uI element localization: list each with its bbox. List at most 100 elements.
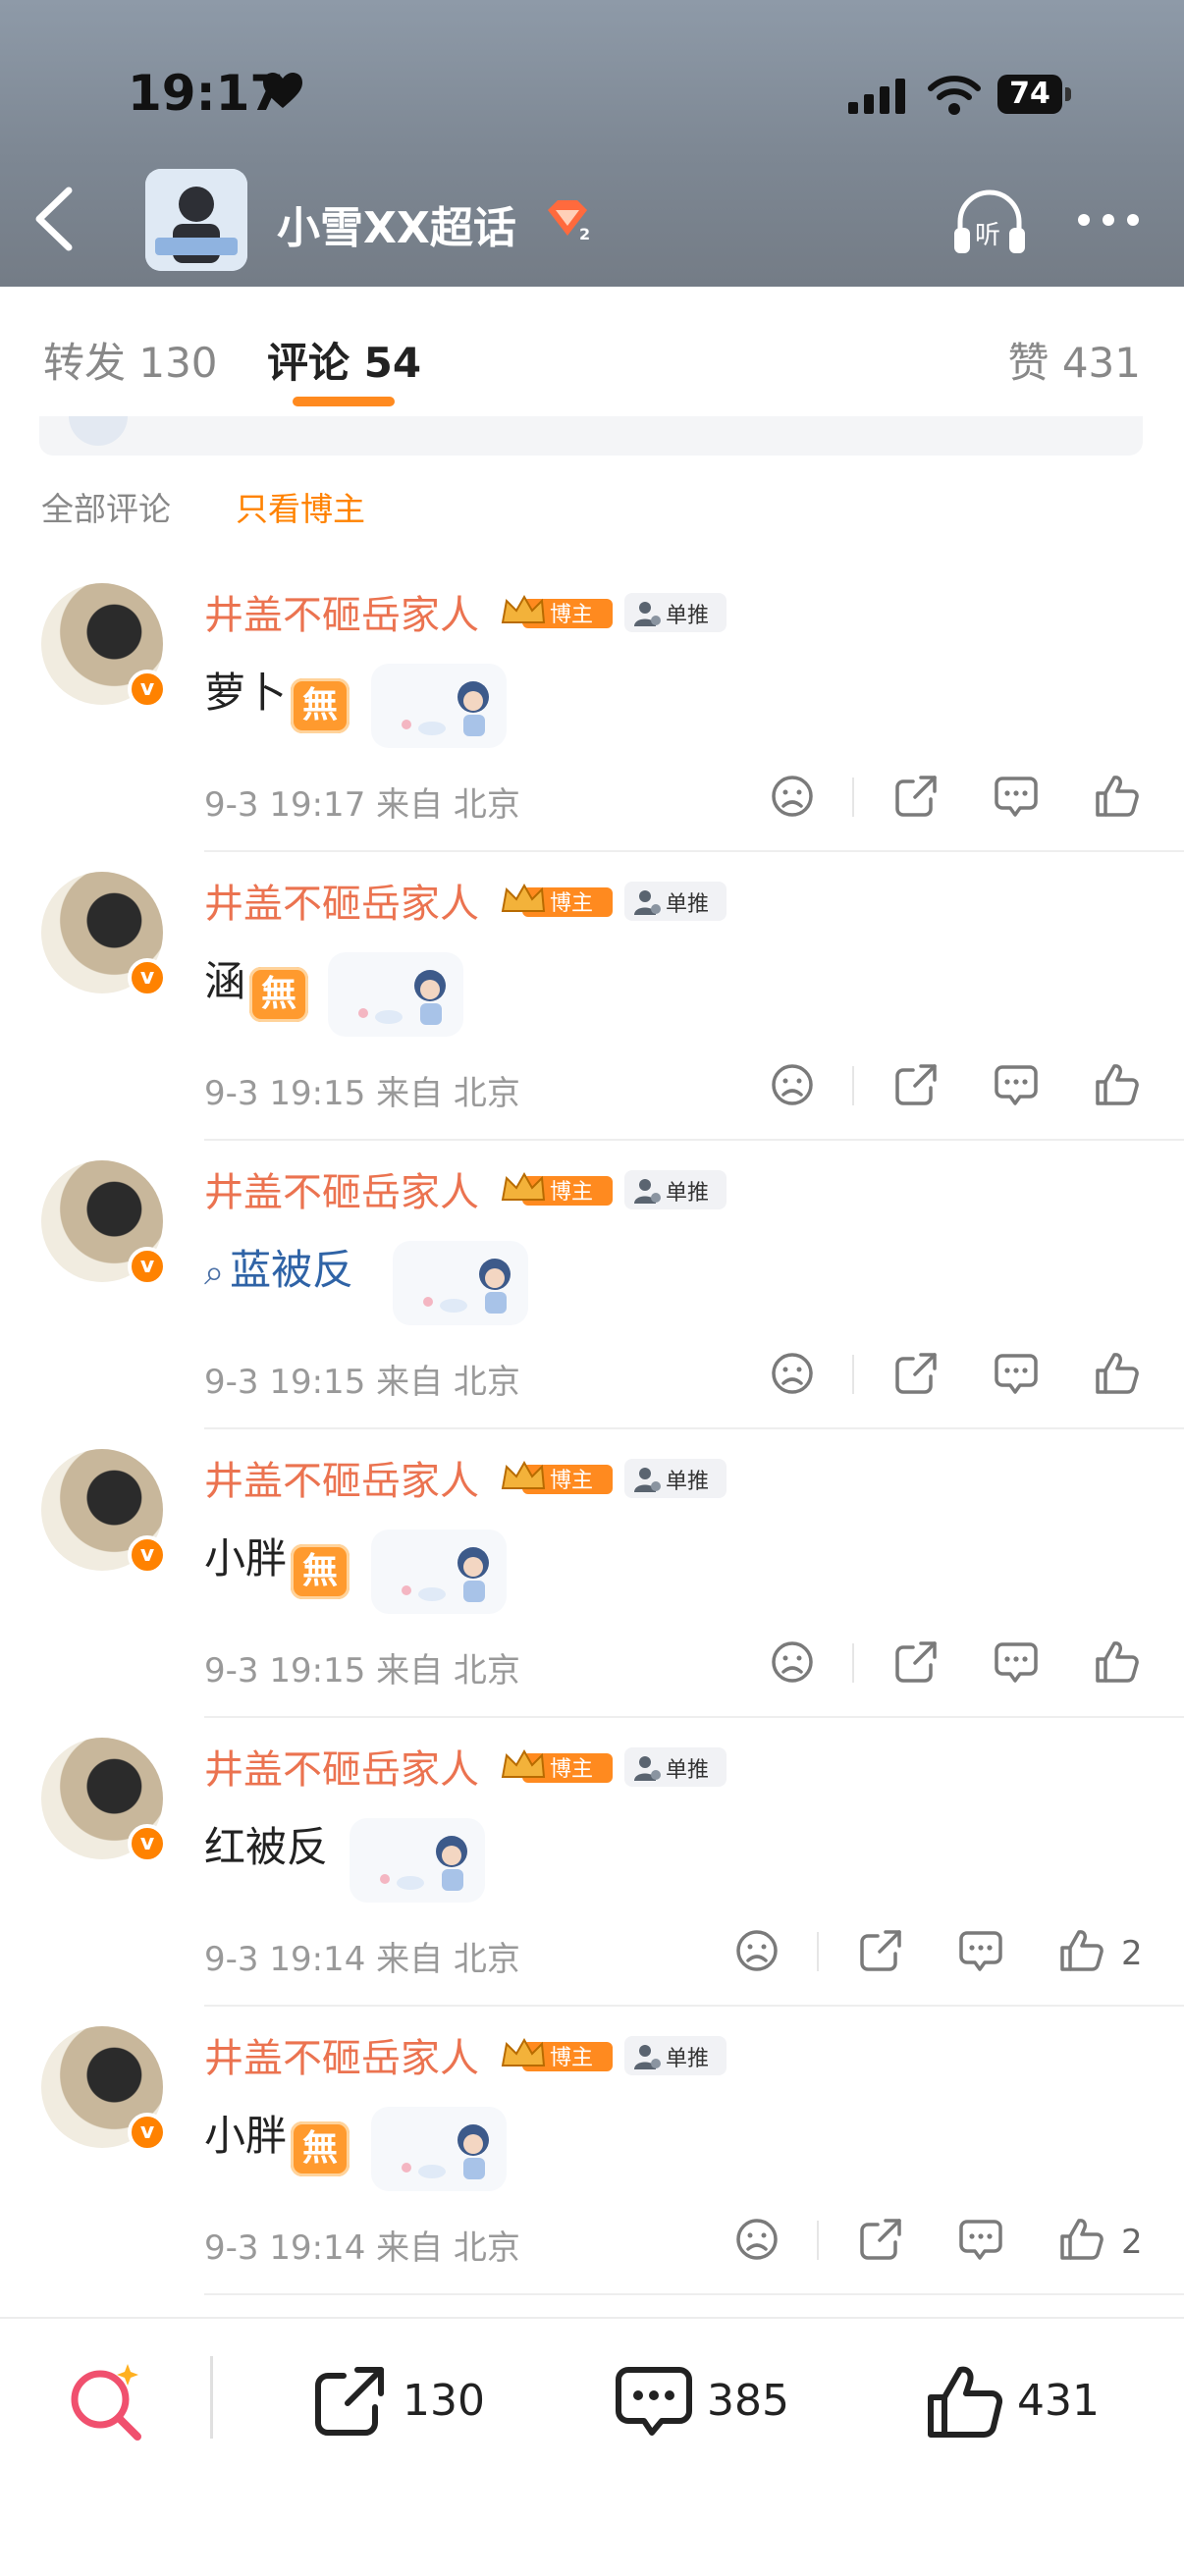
decorative-sticker-icon xyxy=(371,2107,507,2191)
comment-text: ⌕ 蓝被反 xyxy=(204,1237,353,1297)
person-icon xyxy=(634,1468,661,1492)
bottom-repost-button[interactable]: 130 xyxy=(310,2362,487,2441)
bottom-action-bar: 130 385 431 xyxy=(0,2317,1184,2576)
verified-badge: v xyxy=(128,670,167,709)
username[interactable]: 井盖不砸岳家人 xyxy=(204,1738,479,1795)
single-push-label: 单推 xyxy=(666,2047,710,2071)
comment-separator xyxy=(204,850,1184,852)
decorative-sticker-icon xyxy=(371,1530,507,1614)
comment-icon[interactable] xyxy=(994,1062,1039,1107)
thumb-up-icon xyxy=(928,2366,1003,2438)
bottom-repost-count: 130 xyxy=(403,2376,485,2426)
thumb-up-icon[interactable] xyxy=(1094,1351,1139,1396)
single-push-label: 单推 xyxy=(666,892,710,917)
thumb-up-icon[interactable] xyxy=(1094,774,1139,819)
filter-all-comments[interactable]: 全部评论 xyxy=(41,483,171,530)
comment-icon[interactable] xyxy=(994,774,1039,819)
bottom-comment-button[interactable]: 385 xyxy=(615,2362,801,2441)
single-push-tag: 单推 xyxy=(624,2036,727,2075)
thumb-up-icon[interactable] xyxy=(1058,1928,1103,1973)
dislike-icon[interactable] xyxy=(770,1639,815,1685)
comment-timestamp: 9-3 19:14 来自 北京 xyxy=(204,2228,520,2268)
username[interactable]: 井盖不砸岳家人 xyxy=(204,1160,479,1217)
thumb-up-icon[interactable] xyxy=(1058,2217,1103,2262)
tab-comment[interactable]: 评论 54 xyxy=(267,330,421,390)
more-icon[interactable] xyxy=(1074,206,1143,234)
topic-avatar[interactable] xyxy=(145,169,247,271)
username[interactable]: 井盖不砸岳家人 xyxy=(204,1449,479,1506)
blogger-badge-label: 博主 xyxy=(550,1180,593,1205)
wu-emoji-icon: 無 xyxy=(291,678,350,733)
comment-item[interactable]: v 井盖不砸岳家人 博主 单推 萝卜無 9-3 19:17 来自 北京 xyxy=(0,569,1184,858)
single-push-tag: 单推 xyxy=(624,1747,727,1787)
comment-separator xyxy=(204,2005,1184,2007)
share-icon[interactable] xyxy=(893,1351,939,1396)
back-icon[interactable] xyxy=(29,187,79,251)
single-push-tag: 单推 xyxy=(624,593,727,632)
person-icon xyxy=(634,602,661,626)
comment-text: 小胖無 xyxy=(204,1526,350,1599)
username[interactable]: 井盖不砸岳家人 xyxy=(204,583,479,640)
search-link-icon: ⌕ xyxy=(204,1253,225,1293)
comment-item[interactable]: v 井盖不砸岳家人 博主 单推 小胖無 9-3 19:15 来自 北京 xyxy=(0,1435,1184,1724)
action-divider xyxy=(852,1066,854,1105)
comment-item[interactable]: v 井盖不砸岳家人 博主 单推 红被反 9-3 19:14 来自 北京 2 xyxy=(0,1724,1184,2012)
dislike-icon[interactable] xyxy=(734,2217,780,2262)
single-push-label: 单推 xyxy=(666,1470,710,1494)
single-push-tag: 单推 xyxy=(624,882,727,921)
share-icon[interactable] xyxy=(858,1928,903,1973)
battery-tip xyxy=(1065,87,1071,101)
decorative-sticker-icon xyxy=(393,1241,528,1325)
thumb-up-icon[interactable] xyxy=(1094,1062,1139,1107)
comment-text: 小胖無 xyxy=(204,2103,350,2176)
dislike-icon[interactable] xyxy=(734,1928,780,1973)
share-icon[interactable] xyxy=(893,774,939,819)
comment-item[interactable]: v 井盖不砸岳家人 博主 单推 ⌕ 蓝被反 9-3 19:15 来自 北京 xyxy=(0,1147,1184,1435)
topic-avatar-image xyxy=(145,169,247,271)
person-icon xyxy=(634,1756,661,1781)
dislike-icon[interactable] xyxy=(770,1062,815,1107)
thumb-up-icon[interactable] xyxy=(1094,1639,1139,1685)
decorative-sticker-icon xyxy=(328,952,463,1037)
comment-timestamp: 9-3 19:15 来自 北京 xyxy=(204,1074,520,1113)
person-icon xyxy=(634,1179,661,1204)
blogger-badge: 博主 xyxy=(501,2037,613,2071)
decorative-sticker-icon xyxy=(371,664,507,748)
comment-icon[interactable] xyxy=(958,1928,1003,1973)
bottom-like-button[interactable]: 431 xyxy=(925,2362,1111,2441)
blogger-badge-label: 博主 xyxy=(550,2046,593,2070)
active-tab-indicator xyxy=(293,397,395,406)
share-icon[interactable] xyxy=(893,1639,939,1685)
topic-title[interactable]: 小雪XX超话 xyxy=(277,192,516,255)
dislike-icon[interactable] xyxy=(770,774,815,819)
comment-text: 萝卜無 xyxy=(204,660,350,733)
comment-icon[interactable] xyxy=(994,1351,1039,1396)
single-push-label: 单推 xyxy=(666,604,710,628)
dislike-icon[interactable] xyxy=(770,1351,815,1396)
comment-icon[interactable] xyxy=(958,2217,1003,2262)
tab-repost[interactable]: 转发 130 xyxy=(43,330,218,390)
username[interactable]: 井盖不砸岳家人 xyxy=(204,872,479,929)
comment-separator xyxy=(204,1716,1184,1718)
comment-text-link[interactable]: 蓝被反 xyxy=(230,1246,353,1294)
comment-text-body: 小胖 xyxy=(204,1534,288,1583)
person-icon xyxy=(634,890,661,915)
tab-like[interactable]: 赞 431 xyxy=(1007,330,1141,390)
comment-item[interactable]: v 井盖不砸岳家人 博主 单推 小胖無 9-3 19:14 来自 北京 2 xyxy=(0,2012,1184,2301)
blogger-badge-label: 博主 xyxy=(550,1757,593,1782)
search-icon[interactable] xyxy=(63,2358,151,2446)
wifi-icon xyxy=(928,76,981,115)
filter-blogger-only[interactable]: 只看博主 xyxy=(236,483,365,530)
svg-text:听: 听 xyxy=(975,221,1000,250)
listen-icon[interactable]: 听 xyxy=(948,183,1031,261)
comment-timestamp: 9-3 19:15 来自 北京 xyxy=(204,1651,520,1690)
username[interactable]: 井盖不砸岳家人 xyxy=(204,2026,479,2083)
single-push-tag: 单推 xyxy=(624,1459,727,1498)
blogger-badge: 博主 xyxy=(501,1748,613,1783)
topic-level-badge-icon: 2 xyxy=(548,200,590,243)
share-icon xyxy=(315,2367,384,2436)
comment-item[interactable]: v 井盖不砸岳家人 博主 单推 涵無 9-3 19:15 来自 北京 xyxy=(0,858,1184,1147)
share-icon[interactable] xyxy=(893,1062,939,1107)
comment-icon[interactable] xyxy=(994,1639,1039,1685)
share-icon[interactable] xyxy=(858,2217,903,2262)
